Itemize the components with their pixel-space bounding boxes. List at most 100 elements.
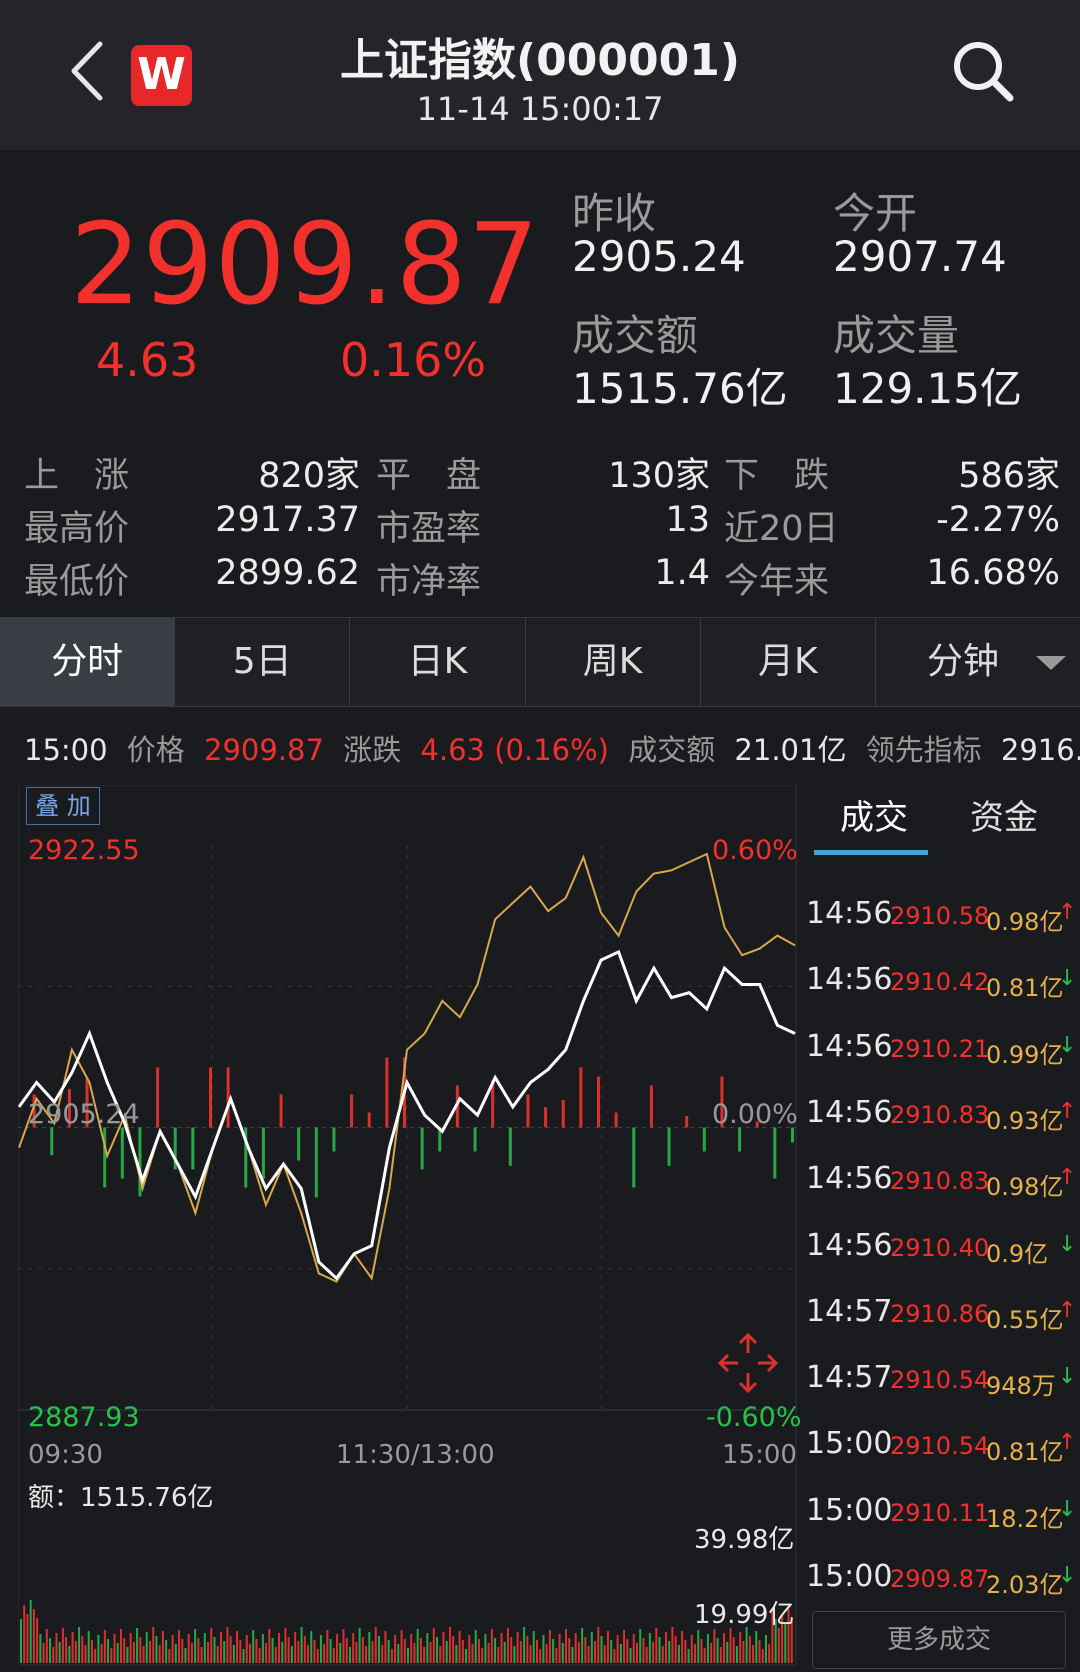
- side-tabs: 成交 资金: [800, 790, 1080, 860]
- volume-bar: [603, 1645, 606, 1663]
- tab-trades[interactable]: 成交: [840, 790, 908, 839]
- volume-bar: [632, 1634, 635, 1663]
- tab-weekly-k[interactable]: 周K: [526, 618, 701, 706]
- trade-price: 2910.83: [890, 1167, 990, 1196]
- volume-bar: [761, 1649, 764, 1663]
- volume-bar: [261, 1634, 264, 1663]
- volume-bar: [178, 1630, 181, 1663]
- tab-monthly-k[interactable]: 月K: [701, 618, 876, 706]
- volume-bar: [539, 1649, 542, 1663]
- arrow-down-icon: ↓: [1058, 966, 1077, 992]
- volume-bar: [452, 1636, 455, 1663]
- change-bar: [667, 1127, 671, 1166]
- volume-bar: [429, 1642, 432, 1663]
- more-trades-button[interactable]: 更多成交: [812, 1611, 1066, 1669]
- volume-bar: [97, 1635, 100, 1663]
- volume-bar: [58, 1642, 61, 1663]
- volume-bar: [413, 1643, 416, 1663]
- volume-bar: [123, 1638, 126, 1663]
- trade-time: 15:00: [806, 1559, 893, 1594]
- volume-bar: [307, 1645, 310, 1663]
- volume-bar: [339, 1643, 342, 1663]
- volume-bar: [300, 1627, 303, 1663]
- volume-bar: [577, 1642, 580, 1663]
- info-change-label: 涨跌: [343, 733, 402, 767]
- volume-bar: [310, 1631, 313, 1663]
- tab-intraday[interactable]: 分时: [0, 618, 176, 706]
- change-bar: [738, 1127, 742, 1152]
- trade-volume: 0.98亿: [986, 1173, 1064, 1202]
- move-arrows-icon[interactable]: [718, 1333, 778, 1393]
- volume-bar: [584, 1637, 587, 1663]
- change-bar: [350, 1094, 354, 1128]
- arrow-down-icon: ↓: [1058, 1496, 1077, 1522]
- volume-bar: [374, 1627, 377, 1663]
- volume-bar: [271, 1638, 274, 1663]
- turnover-label: 成交额: [572, 311, 699, 360]
- trade-price: 2910.86: [890, 1299, 990, 1328]
- volume-bar: [287, 1637, 290, 1663]
- change-bar: [526, 1094, 530, 1128]
- volume-bar: [516, 1632, 519, 1663]
- volume-bar: [226, 1627, 229, 1663]
- volume-bar: [719, 1647, 722, 1663]
- volume-bar: [103, 1630, 106, 1663]
- price-change-pct: 0.16%: [340, 333, 487, 387]
- volume-bar: [232, 1645, 235, 1663]
- trade-price: 2910.11: [890, 1498, 990, 1527]
- arrow-up-icon: ↑: [1058, 1297, 1077, 1323]
- volume-bar: [777, 1628, 780, 1663]
- volume-bar: [432, 1628, 435, 1663]
- arrow-down-icon: ↓: [1058, 1231, 1077, 1257]
- volume-bar: [497, 1647, 500, 1663]
- back-icon[interactable]: [66, 40, 108, 102]
- volume-bar: [290, 1646, 293, 1663]
- volume-bar: [436, 1637, 439, 1663]
- tab-minute[interactable]: 分钟: [876, 618, 1080, 706]
- volume-bar: [613, 1649, 616, 1663]
- trade-time: 14:56: [806, 1028, 893, 1064]
- arrow-up-icon: ↑: [1058, 1098, 1077, 1124]
- change-bar: [226, 1067, 230, 1128]
- tab-5day[interactable]: 5日: [175, 618, 351, 706]
- volume-bar: [748, 1636, 751, 1663]
- volume-bar: [758, 1640, 761, 1663]
- volume-bar: [474, 1630, 477, 1663]
- volume-bar: [258, 1648, 261, 1663]
- tab-funds[interactable]: 资金: [970, 790, 1038, 839]
- stat-value: 130家: [608, 456, 710, 496]
- volume-bar: [200, 1647, 203, 1663]
- change-bar: [685, 1116, 689, 1128]
- volume-bar: [403, 1639, 406, 1663]
- tab-daily-k[interactable]: 日K: [350, 618, 526, 706]
- volume-bar: [623, 1630, 626, 1663]
- intraday-chart[interactable]: [18, 785, 798, 1670]
- volume-bar: [229, 1636, 232, 1663]
- volume-bar: [265, 1643, 268, 1663]
- volume-bar: [445, 1641, 448, 1663]
- trade-volume: 0.93亿: [986, 1106, 1064, 1135]
- volume-bar: [561, 1643, 564, 1663]
- volume-bar: [519, 1641, 522, 1663]
- overlay-button[interactable]: 叠 加: [26, 787, 100, 825]
- volume-bar: [42, 1643, 45, 1663]
- volume-bar: [74, 1641, 77, 1663]
- info-lead-label: 领先指标: [865, 733, 982, 767]
- volume-bar: [526, 1636, 529, 1663]
- app-logo[interactable]: W: [131, 45, 192, 106]
- stat-value: 820家: [258, 456, 360, 496]
- volume-bar: [681, 1631, 684, 1663]
- current-price: 2909.87: [70, 200, 541, 330]
- info-turnover-label: 成交额: [628, 733, 716, 767]
- volume-bar: [581, 1628, 584, 1663]
- volume-bar: [461, 1640, 464, 1663]
- volume-bar: [71, 1632, 74, 1663]
- trade-price: 2910.54: [890, 1432, 990, 1461]
- volume-bar: [210, 1628, 213, 1663]
- volume-bar: [390, 1649, 393, 1663]
- volume-bar: [448, 1627, 451, 1663]
- volume-bar: [729, 1628, 732, 1663]
- search-icon[interactable]: [950, 38, 1016, 104]
- volume-bar: [142, 1646, 145, 1663]
- volume-bar: [665, 1632, 667, 1663]
